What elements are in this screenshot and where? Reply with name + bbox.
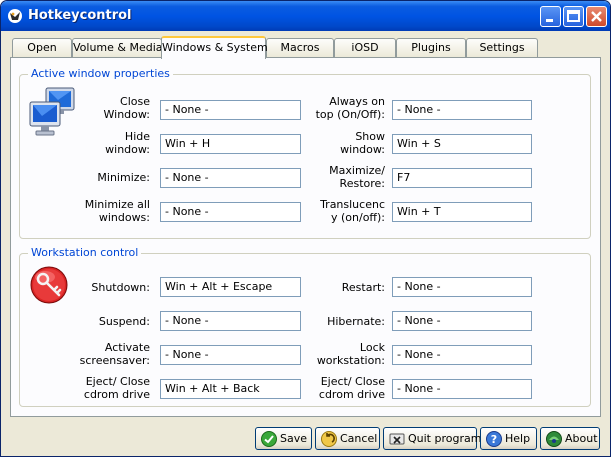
close-window-hotkey-field[interactable]: - None - (160, 100, 301, 120)
hide-window-label: Hide window: (105, 130, 150, 156)
eject-cdrom-2-hotkey-field[interactable]: - None - (392, 379, 532, 399)
shutdown-label: Shutdown: (91, 281, 150, 294)
save-button[interactable]: Save (255, 427, 312, 450)
group-title: Active window properties (28, 67, 173, 80)
power-key-icon (30, 266, 68, 304)
close-icon (591, 11, 602, 22)
monitors-icon (29, 87, 75, 136)
translucency-hotkey-field[interactable]: Win + T (392, 202, 532, 222)
help-button[interactable]: ? Help (480, 427, 537, 450)
hibernate-label: Hibernate: (327, 315, 385, 328)
minimize-all-label: Minimize all windows: (84, 198, 150, 224)
close-window-button[interactable] (586, 6, 607, 27)
suspend-label: Suspend: (98, 315, 150, 328)
translucency-label: Translucenc y (on/off): (320, 198, 385, 224)
workstation-group: Workstation control Shutdown: Win + Alt … (19, 246, 591, 407)
undo-icon (321, 431, 337, 447)
tab-windows-system[interactable]: Windows & System (161, 36, 268, 59)
tab-plugins[interactable]: Plugins (396, 38, 466, 57)
minimize-all-hotkey-field[interactable]: - None - (160, 202, 301, 222)
svg-text:?: ? (491, 433, 497, 446)
maximize-restore-label: Maximize/ Restore: (329, 164, 385, 190)
title-bar[interactable]: Hotkeycontrol (1, 1, 610, 31)
group-title: Workstation control (28, 246, 142, 259)
always-on-top-label: Always on top (On/Off): (315, 95, 385, 121)
active-window-group: Active window properties Close Window: -… (19, 67, 591, 239)
tab-strip: Open Volume & Media Windows & System Mac… (11, 36, 601, 59)
minimize-button[interactable] (540, 6, 561, 27)
eject-cdrom-hotkey-field[interactable]: Win + Alt + Back (160, 379, 301, 399)
quit-program-button[interactable]: Quit program (383, 427, 481, 450)
eject-cdrom-2-label: Eject/ Close cdrom drive (318, 375, 385, 401)
restart-label: Restart: (341, 281, 385, 294)
window-title: Hotkeycontrol (28, 8, 132, 23)
activate-screensaver-hotkey-field[interactable]: - None - (160, 345, 301, 365)
about-button[interactable]: About (540, 427, 600, 450)
tab-iosd[interactable]: iOSD (334, 38, 396, 57)
maximize-icon (567, 10, 580, 22)
app-logo-icon (8, 9, 22, 23)
minimize-hotkey-field[interactable]: - None - (160, 168, 301, 188)
hide-window-hotkey-field[interactable]: Win + H (160, 134, 301, 154)
suspend-hotkey-field[interactable]: - None - (160, 311, 301, 331)
maximize-restore-hotkey-field[interactable]: F7 (392, 168, 532, 188)
restart-hotkey-field[interactable]: - None - (392, 277, 532, 297)
eject-cdrom-label: Eject/ Close cdrom drive (83, 375, 150, 401)
quit-icon (389, 433, 405, 445)
hibernate-hotkey-field[interactable]: - None - (392, 311, 532, 331)
shutdown-hotkey-field[interactable]: Win + Alt + Escape (160, 277, 301, 297)
tab-volume-media[interactable]: Volume & Media (72, 38, 163, 57)
maximize-button[interactable] (563, 6, 584, 27)
tab-macros[interactable]: Macros (266, 38, 334, 57)
minimize-label: Minimize: (97, 171, 150, 184)
show-window-label: Show window: (340, 130, 385, 156)
cancel-button[interactable]: Cancel (315, 427, 380, 450)
close-window-label: Close Window: (103, 95, 150, 121)
lock-workstation-hotkey-field[interactable]: - None - (392, 345, 532, 365)
always-on-top-hotkey-field[interactable]: - None - (392, 100, 532, 120)
minimize-icon (546, 19, 553, 22)
tab-panel-windows-system: Active window properties Close Window: -… (10, 57, 601, 417)
app-window: Hotkeycontrol Open Volume & Media Window… (0, 0, 611, 457)
activate-screensaver-label: Activate screensaver: (79, 341, 150, 367)
tab-open[interactable]: Open (12, 38, 72, 57)
lock-workstation-label: Lock workstation: (316, 341, 385, 367)
help-icon: ? (486, 431, 502, 447)
tab-settings[interactable]: Settings (466, 38, 538, 57)
show-window-hotkey-field[interactable]: Win + S (392, 134, 532, 154)
check-icon (261, 431, 277, 447)
info-icon (546, 431, 562, 447)
